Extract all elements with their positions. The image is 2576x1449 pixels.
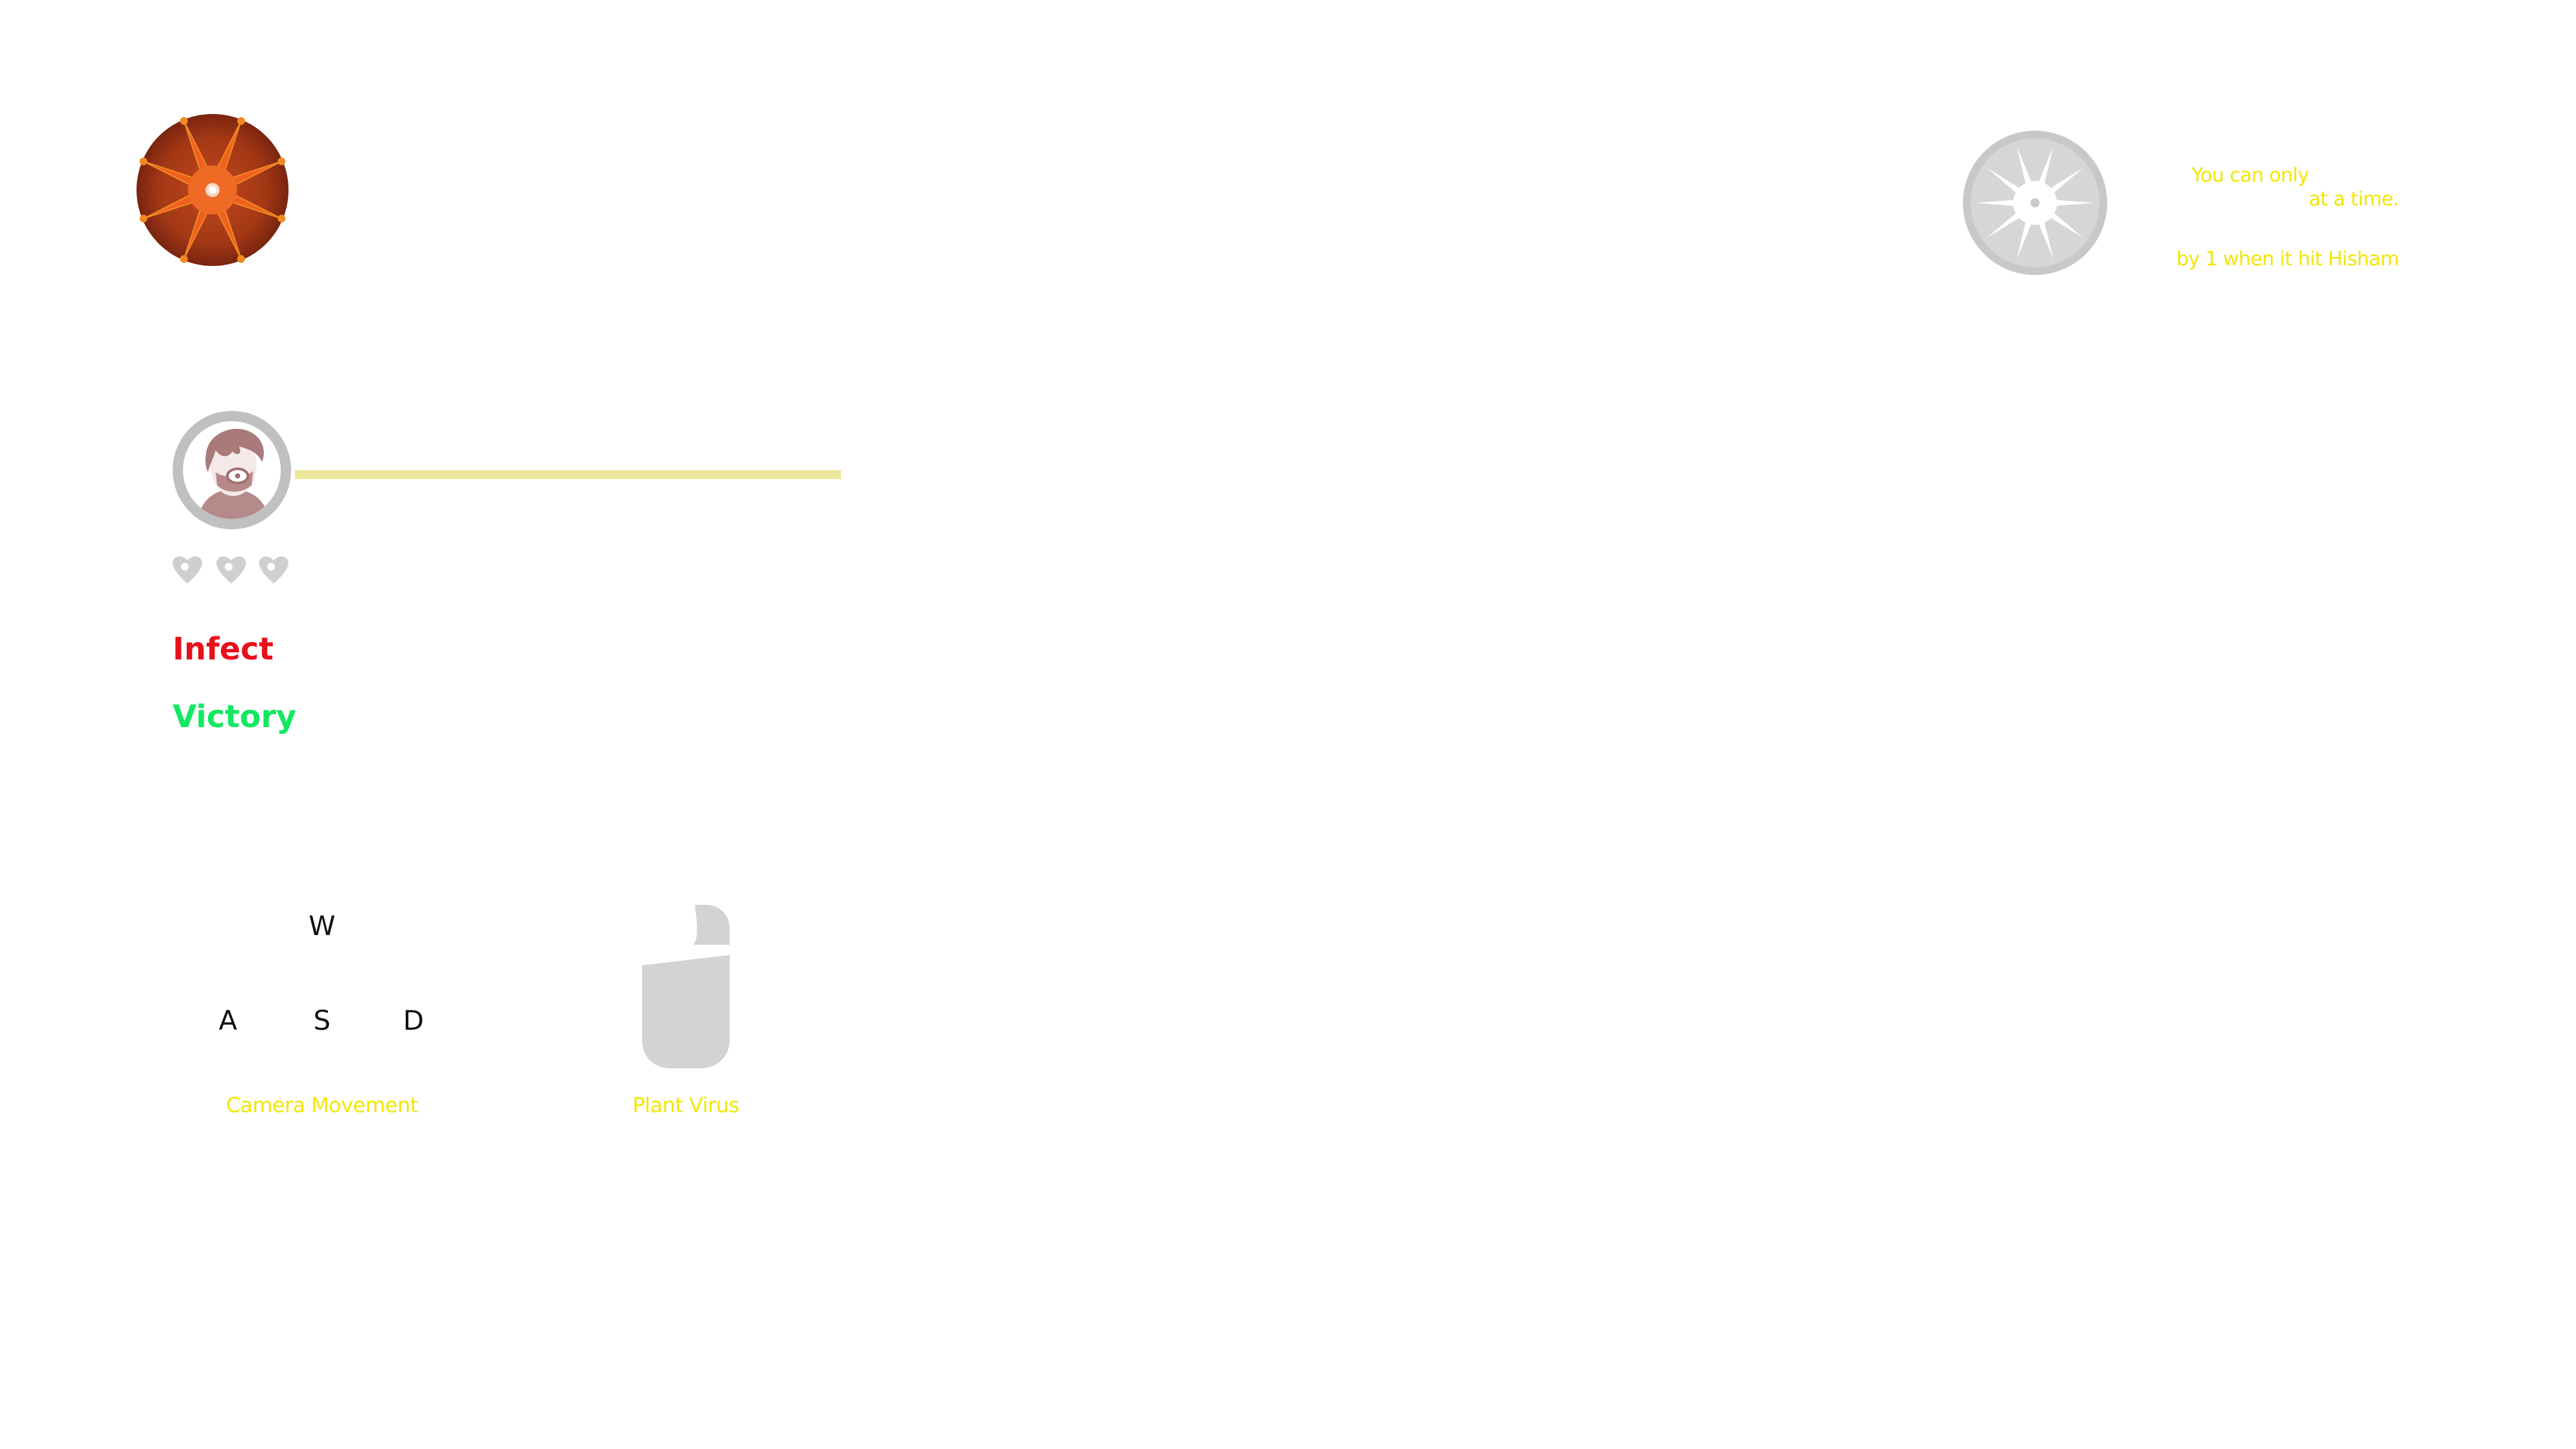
heart-icon bbox=[259, 556, 289, 583]
key-w: W bbox=[308, 910, 336, 942]
victory-status-label: Victory bbox=[173, 699, 297, 735]
virus-silhouette-icon bbox=[1963, 131, 2107, 275]
lives-indicator bbox=[171, 554, 293, 586]
key-s: S bbox=[313, 1005, 331, 1036]
key-d: D bbox=[402, 1005, 424, 1036]
virus-emblem-icon bbox=[137, 114, 289, 266]
tip-text-line-3: by 1 when it hit Hisham bbox=[2176, 248, 2400, 270]
game-hud: You can only at a time. by 1 when it hit… bbox=[0, 0, 2576, 1449]
heart-icon bbox=[216, 556, 246, 583]
plant-virus-label: Plant Virus bbox=[632, 1093, 739, 1117]
mouse-icon bbox=[642, 905, 730, 1068]
virus-spike-tip bbox=[278, 157, 286, 166]
virus-spike-tip bbox=[237, 255, 245, 263]
tip-text-line-2: at a time. bbox=[2309, 188, 2399, 211]
virus-spike-tip bbox=[139, 214, 147, 223]
infect-status-label: Infect bbox=[173, 631, 274, 667]
target-infection-bar bbox=[295, 470, 841, 479]
key-a: A bbox=[218, 1005, 238, 1036]
tip-text-line-1: You can only bbox=[2192, 164, 2309, 187]
virus-spike-tip bbox=[139, 157, 147, 166]
camera-movement-label: Camera Movement bbox=[226, 1093, 418, 1117]
masked-person-avatar bbox=[173, 411, 291, 529]
virus-spike-tip bbox=[278, 214, 286, 223]
virus-spike-tip bbox=[180, 117, 188, 125]
heart-icon bbox=[173, 556, 202, 583]
virus-spike-tip bbox=[180, 255, 188, 263]
virus-spike-tip bbox=[237, 117, 245, 125]
